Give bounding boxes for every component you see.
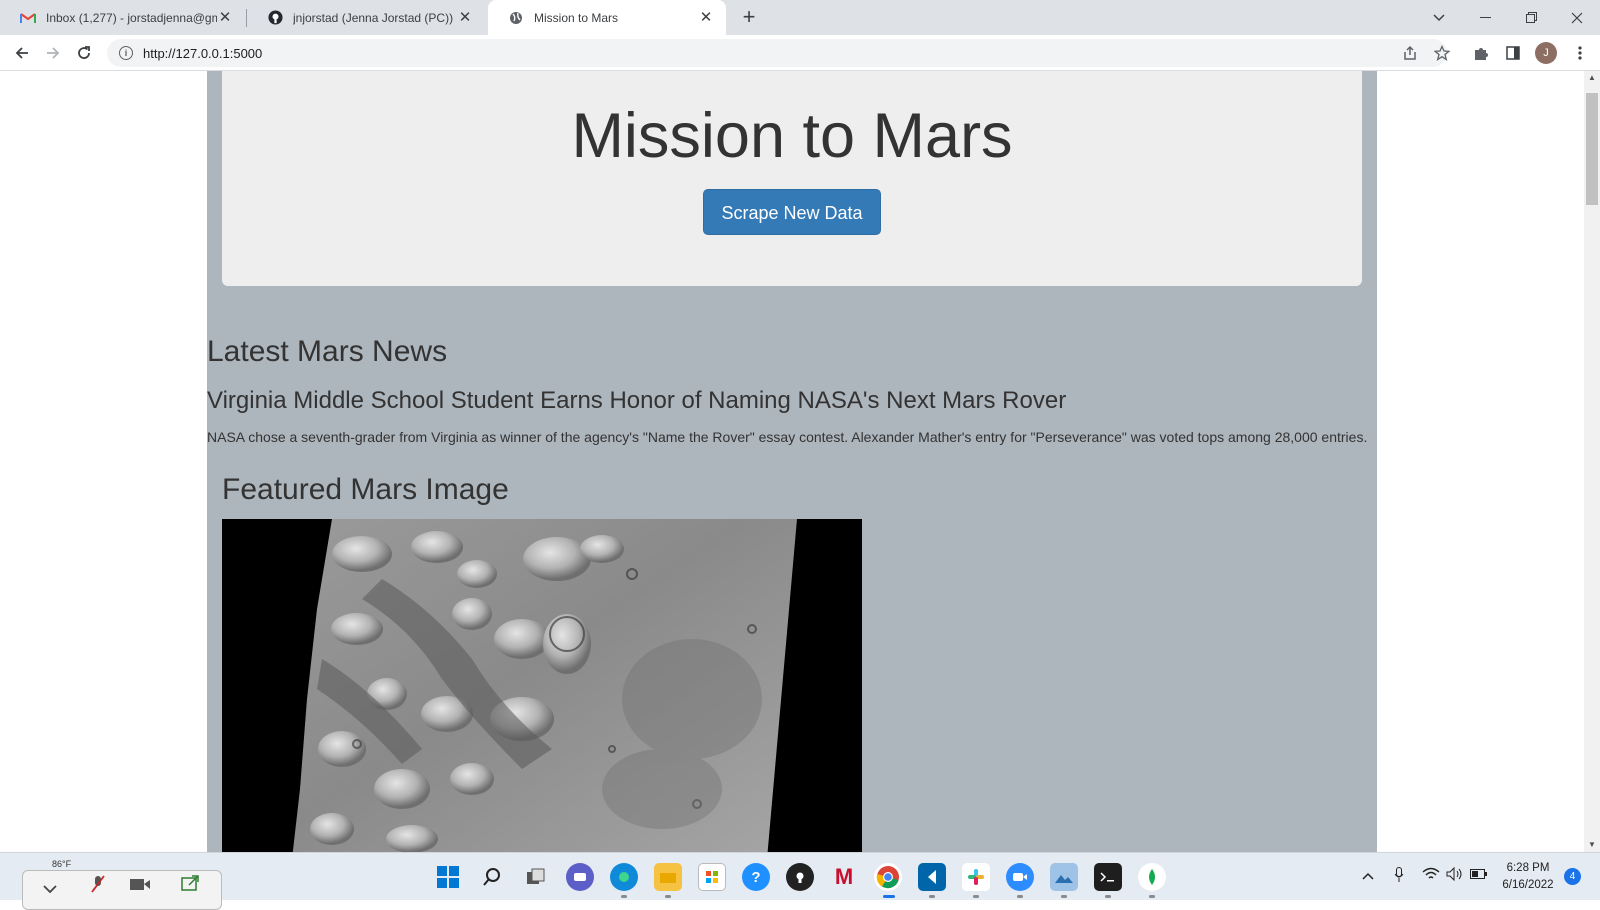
- profile-avatar[interactable]: J: [1535, 42, 1557, 64]
- main-container: Mission to Mars Scrape New Data Latest M…: [207, 71, 1377, 852]
- news-headline: Virginia Middle School Student Earns Hon…: [207, 387, 1067, 414]
- back-arrow-icon[interactable]: [8, 39, 36, 67]
- new-tab-button[interactable]: +: [737, 5, 761, 29]
- meeting-control-bar: [22, 870, 222, 910]
- page-viewport: Mission to Mars Scrape New Data Latest M…: [0, 71, 1584, 852]
- edge-browser-icon[interactable]: [610, 863, 638, 891]
- close-icon[interactable]: ✕: [457, 9, 473, 26]
- close-window-button[interactable]: [1554, 0, 1600, 35]
- scroll-down-arrow-icon[interactable]: ▼: [1584, 838, 1600, 852]
- browser-tab-strip: Inbox (1,277) - jorstadjenna@gm ✕ jnjors…: [0, 0, 1600, 35]
- chrome-icon[interactable]: [874, 863, 902, 891]
- tab-label: jnjorstad (Jenna Jorstad (PC)): [293, 10, 454, 25]
- running-indicator: [1017, 895, 1023, 898]
- close-icon[interactable]: ✕: [698, 9, 714, 26]
- running-indicator: [973, 895, 979, 898]
- browser-toolbar: i http://127.0.0.1:5000 J: [0, 35, 1600, 71]
- task-view-icon[interactable]: [522, 863, 550, 891]
- side-panel-icon[interactable]: [1499, 39, 1527, 67]
- help-app-icon[interactable]: ?: [742, 863, 770, 891]
- tab-mission-to-mars[interactable]: Mission to Mars ✕: [488, 0, 726, 35]
- tab-label: Inbox (1,277) - jorstadjenna@gm: [46, 10, 217, 25]
- tab-search-chevron-icon[interactable]: [1416, 0, 1462, 35]
- chevron-down-icon[interactable]: [43, 881, 57, 899]
- vscode-icon[interactable]: [918, 863, 946, 891]
- close-icon[interactable]: ✕: [217, 9, 233, 26]
- microsoft-store-icon[interactable]: [698, 863, 726, 891]
- microphone-icon[interactable]: [1394, 867, 1404, 886]
- file-explorer-icon[interactable]: [654, 863, 682, 891]
- github-icon: [267, 10, 283, 26]
- running-indicator: [1105, 895, 1111, 898]
- restore-button[interactable]: [1508, 0, 1554, 35]
- menu-kebab-icon[interactable]: [1566, 39, 1594, 67]
- clock-date: 6/16/2022: [1502, 879, 1554, 891]
- wifi-icon[interactable]: [1422, 867, 1440, 884]
- running-indicator: [1149, 895, 1155, 898]
- zoom-icon[interactable]: [1006, 863, 1034, 891]
- scroll-up-arrow-icon[interactable]: ▲: [1584, 71, 1600, 85]
- share-icon[interactable]: [1396, 39, 1424, 67]
- bookmark-star-icon[interactable]: [1428, 39, 1456, 67]
- url-text: http://127.0.0.1:5000: [143, 45, 263, 61]
- site-info-icon[interactable]: i: [119, 46, 133, 60]
- page-title: Mission to Mars: [571, 101, 1013, 171]
- slack-icon[interactable]: [962, 863, 990, 891]
- running-indicator: [929, 895, 935, 898]
- minimize-button[interactable]: [1462, 0, 1508, 35]
- active-indicator: [883, 895, 895, 898]
- running-indicator: [665, 895, 671, 898]
- forward-arrow-icon[interactable]: [39, 39, 67, 67]
- reload-icon[interactable]: [70, 39, 98, 67]
- search-icon[interactable]: [478, 863, 506, 891]
- show-hidden-icons-chevron-icon[interactable]: [1362, 867, 1374, 883]
- notification-badge[interactable]: 4: [1564, 868, 1581, 885]
- mic-muted-icon[interactable]: [91, 875, 105, 898]
- news-paragraph: NASA chose a seventh-grader from Virgini…: [207, 429, 1368, 445]
- featured-mars-image: [222, 519, 862, 852]
- running-indicator: [621, 895, 627, 898]
- clock-time: 6:28 PM: [1506, 862, 1550, 874]
- address-bar[interactable]: i http://127.0.0.1:5000: [107, 39, 1447, 67]
- volume-icon[interactable]: [1446, 866, 1464, 884]
- photos-app-icon[interactable]: [1050, 863, 1078, 891]
- chat-teams-icon[interactable]: [566, 863, 594, 891]
- github-desktop-icon[interactable]: [786, 863, 814, 891]
- camera-icon[interactable]: [129, 877, 151, 896]
- share-screen-icon[interactable]: [181, 875, 199, 896]
- windows-taskbar: ? M 6:28 PM 6/16/2022 4: [0, 852, 1600, 900]
- jumbotron: Mission to Mars Scrape New Data: [222, 71, 1362, 286]
- tab-label: Mission to Mars: [534, 10, 619, 25]
- featured-image-heading: Featured Mars Image: [222, 473, 509, 506]
- running-indicator: [1061, 895, 1067, 898]
- mongodb-compass-icon[interactable]: [1138, 863, 1166, 891]
- gmail-icon: [20, 10, 36, 26]
- weather-temperature: 86°F: [52, 859, 72, 869]
- taskbar-clock[interactable]: 6:28 PM 6/16/2022: [1494, 860, 1562, 894]
- globe-icon: [508, 10, 524, 26]
- page-scrollbar[interactable]: ▲ ▼: [1584, 71, 1600, 852]
- tab-gmail[interactable]: Inbox (1,277) - jorstadjenna@gm ✕: [0, 0, 245, 35]
- latest-news-heading: Latest Mars News: [207, 335, 448, 368]
- extensions-puzzle-icon[interactable]: [1467, 39, 1495, 67]
- scrollbar-thumb[interactable]: [1586, 93, 1598, 205]
- terminal-icon[interactable]: [1094, 863, 1122, 891]
- start-windows-icon[interactable]: [434, 863, 462, 891]
- mcafee-icon[interactable]: M: [830, 863, 858, 891]
- scrape-new-data-button[interactable]: Scrape New Data: [703, 189, 881, 235]
- tab-github[interactable]: jnjorstad (Jenna Jorstad (PC)) ✕: [247, 0, 485, 35]
- battery-icon[interactable]: [1470, 867, 1488, 883]
